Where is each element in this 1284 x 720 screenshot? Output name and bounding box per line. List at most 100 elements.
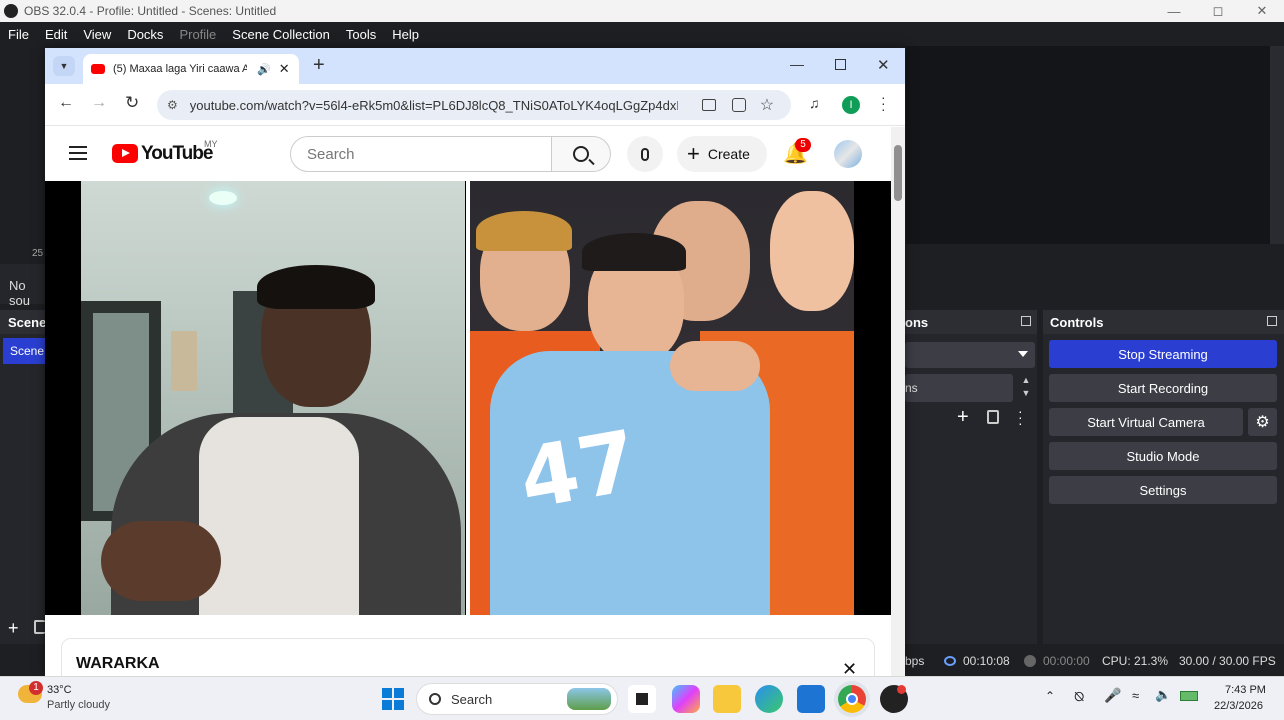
clock-date[interactable]: 22/3/2026 [1214, 700, 1263, 712]
minimize-icon[interactable]: — [790, 56, 804, 72]
chevron-up-icon[interactable]: ⌃ [1045, 689, 1055, 703]
back-icon[interactable]: ← [58, 94, 74, 112]
remove-transition-icon[interactable] [987, 410, 999, 424]
menu-tools[interactable]: Tools [338, 27, 384, 42]
weather-desc[interactable]: Partly cloudy [47, 699, 110, 711]
player-hair-center [582, 233, 686, 271]
maximize-icon[interactable] [835, 59, 846, 70]
transition-select[interactable] [905, 342, 1035, 368]
menu-scene-collection[interactable]: Scene Collection [224, 27, 338, 42]
copilot-icon[interactable] [672, 685, 700, 713]
video-right-panel: 47 [470, 181, 854, 615]
wall-frame [171, 331, 197, 391]
weather-temp[interactable]: 33°C [47, 684, 72, 696]
add-transition-icon[interactable]: + [957, 406, 969, 429]
edge-browser-icon[interactable] [755, 685, 783, 713]
microsoft-store-icon[interactable] [797, 685, 825, 713]
transitions-dock: ons ns ▲ ▼ + · · · [905, 310, 1037, 644]
menu-profile[interactable]: Profile [171, 27, 224, 42]
battery-icon[interactable] [1180, 691, 1198, 701]
menu-help[interactable]: Help [384, 27, 427, 42]
player-hand [670, 341, 760, 391]
profile-avatar[interactable]: I [842, 96, 860, 114]
new-tab-icon[interactable]: + [313, 54, 325, 77]
settings-button[interactable]: Settings [1049, 476, 1277, 504]
dock-float-icon[interactable] [1021, 316, 1031, 326]
voice-search-button[interactable] [627, 136, 663, 172]
studio-mode-button[interactable]: Studio Mode [1049, 442, 1277, 470]
menu-docks[interactable]: Docks [119, 27, 171, 42]
player-hair-left [476, 211, 572, 251]
hamburger-menu-icon[interactable] [69, 146, 87, 148]
volume-icon[interactable]: 🔈 [1155, 687, 1171, 703]
shirt-panel [199, 417, 359, 615]
windows-start-icon[interactable] [382, 688, 404, 710]
browser-menu-icon[interactable]: · · · [881, 90, 886, 116]
jersey-number: 47 [512, 411, 645, 529]
stream-time: 00:10:08 [963, 654, 1010, 668]
youtube-logo-text[interactable]: YouTube [141, 143, 213, 165]
tab-close-icon[interactable]: ✕ [279, 61, 290, 77]
scene-item[interactable]: Scene [3, 338, 45, 364]
tab-search-icon[interactable]: ▼ [53, 56, 75, 76]
record-time: 00:00:00 [1043, 654, 1090, 668]
install-app-icon[interactable] [701, 99, 716, 111]
scrollbar-thumb[interactable] [894, 145, 902, 201]
duration-stepper[interactable]: ▲ ▼ [1017, 374, 1035, 402]
address-bar[interactable]: ⚙ youtube.com/watch?v=56l4-eRk5m0&list=P… [157, 90, 791, 120]
menu-edit[interactable]: Edit [37, 27, 75, 42]
account-avatar[interactable] [834, 140, 862, 168]
search-button[interactable] [552, 136, 611, 172]
close-icon[interactable]: ✕ [1240, 0, 1284, 22]
menu-file[interactable]: File [0, 27, 37, 42]
more-options-icon[interactable]: · · · [1018, 404, 1023, 430]
create-button[interactable]: + Create [677, 136, 767, 172]
tab-youtube[interactable]: (5) Maxaa laga Yiri caawa A 🔊 ✕ [83, 54, 299, 84]
start-virtual-camera-button[interactable]: Start Virtual Camera [1049, 408, 1243, 436]
video-player[interactable]: 47 [45, 181, 891, 615]
lens-icon[interactable] [731, 98, 746, 112]
media-control-icon[interactable]: ♫ [809, 95, 820, 111]
file-explorer-icon[interactable] [713, 685, 741, 713]
bitrate-value: bps [905, 654, 925, 668]
stop-streaming-button[interactable]: Stop Streaming [1049, 340, 1277, 368]
start-recording-button[interactable]: Start Recording [1049, 374, 1277, 402]
task-view-icon[interactable] [628, 685, 656, 713]
close-icon[interactable]: ✕ [877, 56, 890, 74]
cpu-usage: CPU: 21.3% [1102, 654, 1169, 668]
youtube-logo-icon[interactable] [112, 144, 138, 163]
obs-preview[interactable] [906, 46, 1270, 244]
remove-scene-icon[interactable] [34, 620, 45, 634]
dock-float-icon[interactable] [1267, 316, 1277, 326]
region-code: MY [204, 139, 218, 149]
search-placeholder: Search [307, 145, 355, 163]
maximize-icon[interactable]: ◻ [1196, 0, 1240, 22]
sync-off-icon[interactable]: ⦰ [1074, 689, 1084, 705]
no-source-text: No sou [9, 278, 30, 308]
fps-value: 30.00 / 30.00 FPS [1179, 654, 1276, 668]
search-input[interactable]: Search [290, 136, 552, 172]
site-info-icon[interactable]: ⚙ [167, 98, 178, 112]
clock-time[interactable]: 7:43 PM [1225, 684, 1266, 696]
speaker-icon[interactable]: 🔊 [257, 63, 271, 76]
page-scrollbar[interactable] [891, 127, 905, 676]
zoom-control[interactable]: 25 [0, 244, 45, 264]
gear-icon[interactable]: ⚙ [1248, 408, 1277, 436]
bookmark-star-icon[interactable]: ☆ [760, 95, 774, 115]
taskbar-search-box[interactable]: Search [416, 683, 618, 715]
chrome-icon[interactable] [838, 685, 866, 713]
forward-icon[interactable]: → [91, 94, 107, 112]
preview-scrollbar[interactable] [1270, 46, 1284, 244]
menu-view[interactable]: View [75, 27, 119, 42]
microphone-icon[interactable]: 🎤 [1104, 687, 1121, 704]
player-face-right [770, 191, 854, 311]
search-icon [573, 146, 595, 166]
controls-header: Controls [1050, 314, 1104, 330]
duration-field[interactable]: ns [905, 374, 1013, 402]
reload-icon[interactable]: ↻ [125, 93, 139, 113]
youtube-header: YouTube MY Search + Create 🔔 5 [45, 127, 891, 180]
no-source-label: No sou [0, 264, 45, 308]
wifi-icon[interactable]: ≈ [1132, 688, 1139, 703]
add-scene-icon[interactable]: + [8, 619, 19, 637]
minimize-icon[interactable]: — [1152, 0, 1196, 22]
